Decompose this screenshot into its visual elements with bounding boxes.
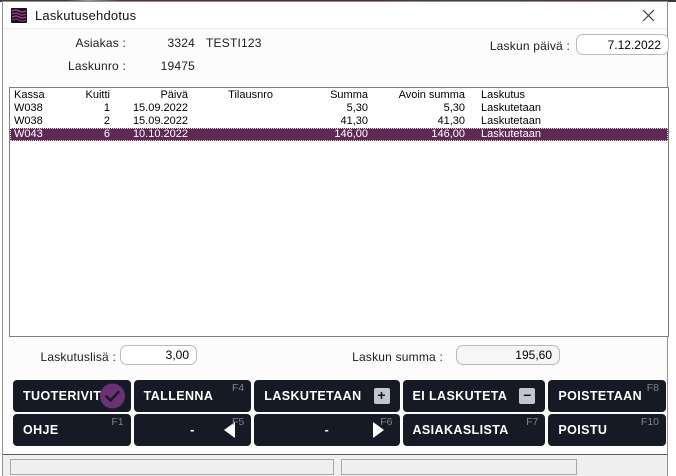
status-panel-left (10, 459, 334, 475)
status-bar (3, 454, 667, 476)
asiakas-name: TESTI123 (206, 36, 262, 50)
button-label: OHJE (23, 423, 59, 437)
fkey-label: F5 (232, 416, 244, 428)
cell-kassa: W043 (10, 128, 72, 141)
ohje-button[interactable]: OHJE F1 (13, 414, 131, 446)
table-header-row: Kassa Kuitti Päivä Tilausnro Summa Avoin… (10, 89, 668, 102)
table-row[interactable]: W038 2 15.09.2022 41,30 41,30 Laskutetaa… (10, 115, 668, 128)
button-label: EI LASKUTETA (413, 389, 508, 403)
button-label: TALLENNA (144, 389, 214, 403)
cell-kassa: W038 (10, 102, 72, 115)
asiakas-label: Asiakas : (23, 36, 126, 50)
cell-summa: 41,30 (273, 115, 368, 128)
cell-avoin-summa: 146,00 (368, 128, 465, 141)
minus-icon: − (519, 388, 535, 404)
col-avoin-summa: Avoin summa (368, 89, 465, 102)
fkey-label: F6 (380, 416, 392, 428)
col-laskutus: Laskutus (465, 89, 668, 102)
laskutusehdotus-dialog: Laskutusehdotus Asiakas : 3324 TESTI123 … (2, 1, 668, 476)
table-row[interactable]: W038 1 15.09.2022 5,30 5,30 Laskutetaan (10, 102, 668, 115)
cell-kuitti: 2 (72, 115, 110, 128)
poistetaan-button[interactable]: POISTETAAN F8 (548, 380, 666, 412)
check-circle-icon (100, 384, 125, 409)
tuoterivit-button[interactable]: TUOTERIVIT (13, 380, 131, 412)
button-label: POISTU (558, 423, 607, 437)
next-button[interactable]: - F6 (254, 414, 399, 446)
ei-laskuteta-button[interactable]: EI LASKUTETA − (403, 380, 546, 412)
status-panel-right (341, 459, 577, 475)
cell-laskutus: Laskutetaan (465, 115, 668, 128)
previous-button[interactable]: - F5 (134, 414, 252, 446)
laskun-summa-label: Laskun summa : (333, 350, 443, 364)
fkey-label: F8 (647, 382, 659, 394)
fkey-label: F7 (526, 416, 538, 428)
button-label: - (264, 423, 389, 437)
fkey-label: F10 (641, 416, 659, 428)
cell-laskutus: Laskutetaan (465, 102, 668, 115)
button-label: TUOTERIVIT (23, 389, 101, 403)
asiakas-number: 3324 (123, 36, 195, 50)
laskutuslisa-label: Laskutuslisä : (13, 350, 116, 364)
app-logo-icon (11, 7, 28, 24)
laskunro-value: 19475 (123, 59, 195, 73)
laskunro-label: Laskunro : (23, 59, 126, 73)
poistu-button[interactable]: POISTU F10 (548, 414, 666, 446)
plus-icon: + (374, 388, 390, 404)
cell-kuitti: 6 (72, 128, 110, 141)
close-icon[interactable] (633, 4, 663, 27)
laskun-paiva-label: Laskun päivä : (463, 39, 570, 53)
laskun-paiva-input[interactable] (576, 34, 669, 55)
asiakaslista-button[interactable]: ASIAKASLISTA F7 (403, 414, 546, 446)
invoice-lines-table[interactable]: Kassa Kuitti Päivä Tilausnro Summa Avoin… (9, 87, 669, 337)
title-bar[interactable]: Laskutusehdotus (3, 2, 667, 29)
col-paiva: Päivä (110, 89, 188, 102)
fkey-label: F4 (232, 382, 244, 394)
button-label: LASKUTETAAN (264, 389, 361, 403)
col-kassa: Kassa (10, 89, 72, 102)
button-label: POISTETAAN (558, 389, 642, 403)
table-row-selected[interactable]: W043 6 10.10.2022 146,00 146,00 Laskutet… (10, 128, 668, 141)
fkey-label: F1 (111, 416, 123, 428)
cell-paiva: 15.09.2022 (110, 115, 188, 128)
laskutetaan-button[interactable]: LASKUTETAAN + (254, 380, 399, 412)
cell-kassa: W038 (10, 115, 72, 128)
cell-paiva: 10.10.2022 (110, 128, 188, 141)
cell-laskutus: Laskutetaan (465, 128, 668, 141)
cell-kuitti: 1 (72, 102, 110, 115)
cell-paiva: 15.09.2022 (110, 102, 188, 115)
col-kuitti: Kuitti (72, 89, 110, 102)
col-tilausnro: Tilausnro (188, 89, 273, 102)
laskun-summa-input[interactable] (456, 345, 560, 365)
window-title: Laskutusehdotus (35, 8, 136, 23)
cell-avoin-summa: 5,30 (368, 102, 465, 115)
action-button-grid: TUOTERIVIT TALLENNA F4 LASKUTETAAN + EI … (13, 380, 666, 446)
button-label: ASIAKASLISTA (413, 423, 509, 437)
col-summa: Summa (273, 89, 368, 102)
tallenna-button[interactable]: TALLENNA F4 (134, 380, 252, 412)
cell-summa: 146,00 (273, 128, 368, 141)
laskutuslisa-input[interactable] (120, 345, 197, 365)
cell-summa: 5,30 (273, 102, 368, 115)
cell-avoin-summa: 41,30 (368, 115, 465, 128)
